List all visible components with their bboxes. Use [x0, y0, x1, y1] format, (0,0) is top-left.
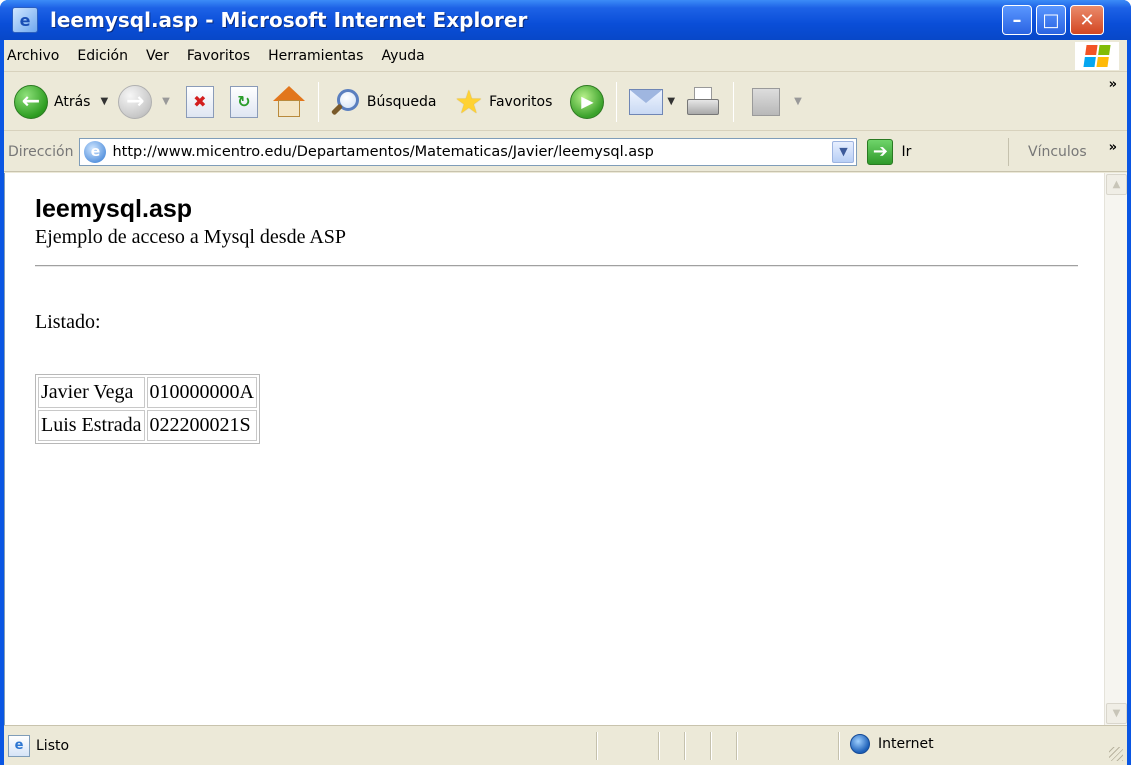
browser-window: e leemysql.asp - Microsoft Internet Expl…	[0, 0, 1131, 765]
windows-logo-icon	[1075, 42, 1119, 70]
table-row: Luis Estrada 022200021S	[38, 410, 257, 441]
address-label: Dirección	[8, 143, 74, 160]
table-cell-name: Luis Estrada	[38, 410, 145, 441]
address-input[interactable]: e http://www.micentro.edu/Departamentos/…	[79, 137, 858, 166]
toolbar-overflow-chevron-icon[interactable]: »	[1109, 77, 1117, 92]
printer-icon	[685, 86, 721, 117]
refresh-icon: ↻	[229, 85, 258, 118]
data-table: Javier Vega 010000000A Luis Estrada 0222…	[35, 374, 260, 444]
table-cell-name: Javier Vega	[38, 377, 145, 408]
home-icon	[272, 85, 306, 118]
status-panel	[838, 732, 840, 760]
search-label: Búsqueda	[366, 93, 437, 110]
address-url[interactable]: http://www.micentro.edu/Departamentos/Ma…	[112, 144, 653, 160]
back-button[interactable]: ← Atrás ▼	[14, 80, 108, 124]
favorites-label: Favoritos	[489, 93, 553, 110]
media-button[interactable]: ▶	[570, 80, 605, 124]
forward-arrow-icon: →	[118, 84, 153, 119]
horizontal-rule	[35, 265, 1078, 267]
menu-archivo[interactable]: Archivo	[4, 48, 68, 64]
links-chevron-icon[interactable]: »	[1109, 140, 1117, 155]
mail-button[interactable]: ▼	[629, 80, 675, 124]
list-label: Listado:	[35, 311, 101, 333]
search-button[interactable]: Búsqueda	[330, 80, 437, 124]
status-panel	[596, 732, 598, 760]
page-content: leemysql.asp Ejemplo de acceso a Mysql d…	[4, 173, 1104, 725]
edit-button[interactable]: ▼	[752, 80, 802, 124]
favorites-button[interactable]: ★ Favoritos	[454, 80, 552, 124]
client-area: Archivo Edición Ver Favoritos Herramient…	[4, 40, 1127, 765]
ie-page-icon: e	[12, 7, 38, 33]
status-panel	[658, 732, 660, 760]
toolbar-separator	[317, 81, 319, 122]
toolbar-separator	[616, 81, 618, 122]
stop-button[interactable]: ✖	[185, 80, 214, 124]
table-row: Javier Vega 010000000A	[38, 377, 257, 408]
media-icon: ▶	[570, 84, 605, 119]
resize-grip-icon[interactable]	[1109, 747, 1123, 761]
menu-edicion[interactable]: Edición	[68, 48, 137, 64]
toolbar-separator	[733, 81, 735, 122]
go-label: Ir	[901, 143, 912, 160]
page-status-icon: e	[8, 734, 30, 757]
page-title: leemysql.asp	[35, 195, 193, 223]
minimize-button[interactable]: –	[1002, 5, 1032, 35]
close-button[interactable]: ✕	[1070, 5, 1104, 35]
go-arrow-icon: ➔	[867, 138, 894, 165]
address-bar: Dirección e http://www.micentro.edu/Depa…	[4, 132, 1127, 172]
standard-toolbar: ← Atrás ▼ → ▼ ✖ ↻ Búsqueda ★ Favoritos ▶…	[4, 73, 1127, 131]
ie-page-icon: e	[84, 140, 107, 163]
table-cell-code: 022200021S	[146, 410, 257, 441]
status-bar: e Listo Internet	[4, 725, 1127, 765]
links-button[interactable]: Vínculos	[1028, 144, 1087, 160]
refresh-button[interactable]: ↻	[229, 80, 258, 124]
menu-ayuda[interactable]: Ayuda	[372, 48, 433, 64]
menu-bar: Archivo Edición Ver Favoritos Herramient…	[4, 40, 1127, 72]
go-button[interactable]: ➔ Ir	[867, 138, 912, 165]
zone-text: Internet	[878, 736, 934, 752]
menu-favoritos[interactable]: Favoritos	[178, 48, 259, 64]
security-zone: Internet	[850, 734, 934, 754]
menu-herramientas[interactable]: Herramientas	[259, 48, 372, 64]
star-icon: ★	[454, 82, 484, 121]
scroll-down-icon[interactable]: ▼	[1106, 703, 1127, 724]
page-subtitle: Ejemplo de acceso a Mysql desde ASP	[35, 226, 347, 248]
scroll-up-icon[interactable]: ▲	[1106, 174, 1127, 195]
mail-icon	[629, 88, 664, 115]
mail-dropdown-icon[interactable]: ▼	[667, 96, 675, 107]
address-dropdown-icon[interactable]: ▼	[832, 140, 855, 163]
maximize-button[interactable]: □	[1036, 5, 1066, 35]
table-cell-code: 010000000A	[146, 377, 257, 408]
menu-ver[interactable]: Ver	[137, 48, 178, 64]
back-label: Atrás	[54, 93, 91, 110]
status-panel	[684, 732, 686, 760]
status-panel	[710, 732, 712, 760]
print-button[interactable]	[685, 80, 721, 124]
globe-icon	[850, 734, 870, 754]
links-separator	[1008, 138, 1009, 166]
back-arrow-icon: ←	[14, 84, 48, 119]
home-button[interactable]	[272, 80, 306, 124]
forward-dropdown-icon[interactable]: ▼	[162, 96, 170, 107]
search-icon	[330, 87, 361, 117]
edit-dropdown-icon[interactable]: ▼	[794, 96, 802, 107]
title-bar[interactable]: e leemysql.asp - Microsoft Internet Expl…	[0, 0, 1131, 40]
back-dropdown-icon[interactable]: ▼	[100, 96, 108, 107]
status-text: Listo	[36, 737, 70, 754]
forward-button[interactable]: → ▼	[118, 80, 170, 124]
window-title: leemysql.asp - Microsoft Internet Explor…	[50, 8, 528, 32]
status-panel	[736, 732, 738, 760]
edit-icon	[752, 87, 781, 116]
vertical-scrollbar[interactable]: ▲ ▼	[1104, 173, 1127, 725]
stop-icon: ✖	[185, 85, 214, 118]
